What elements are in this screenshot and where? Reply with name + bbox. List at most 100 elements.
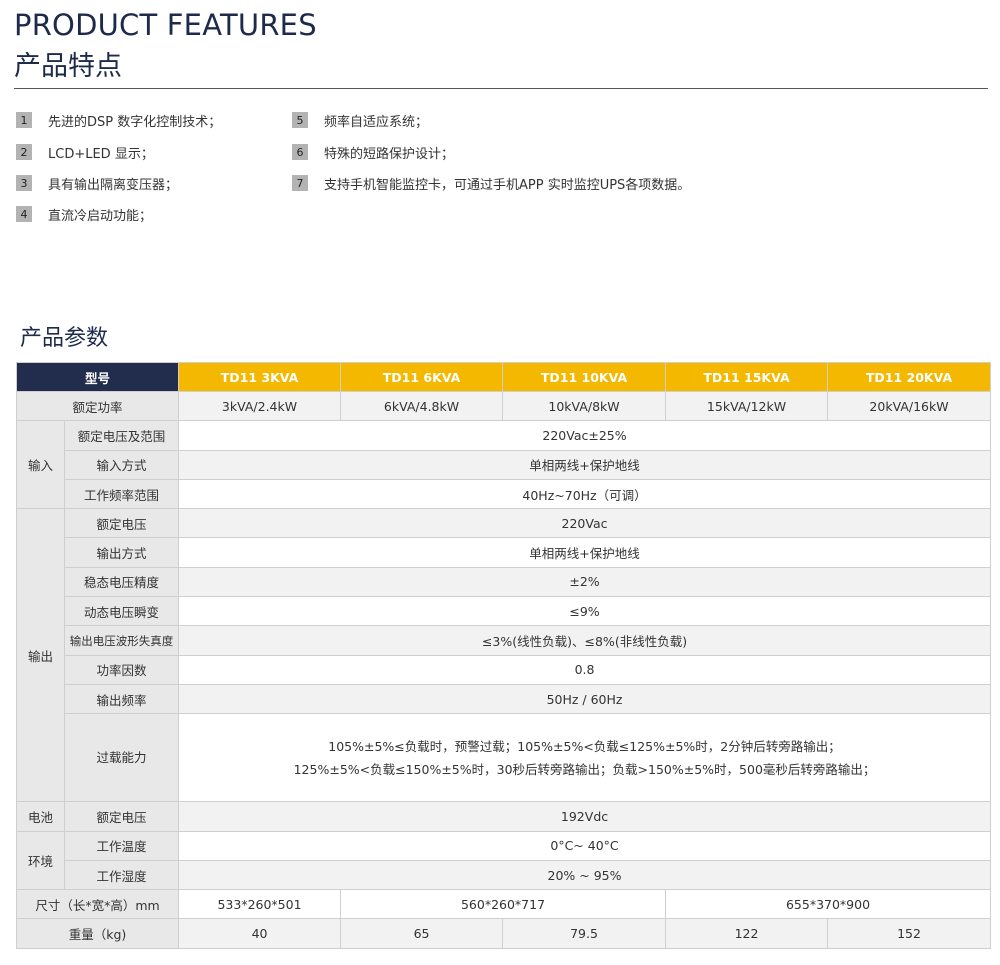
table-cell: 40Hz~70Hz（可调） <box>178 478 992 510</box>
table-row: 重量（kg) 40 65 79.5 122 152 <box>15 918 992 949</box>
feature-number-badge: 4 <box>16 206 32 222</box>
table-row: 过载能力 105%±5%≤负载时，预警过载；105%±5%<负载≤125%±5%… <box>17 713 992 803</box>
header-divider <box>14 88 988 89</box>
overload-line: 105%±5%≤负载时，预警过载；105%±5%<负载≤125%±5%时，2分钟… <box>328 738 841 754</box>
row-label: 过载能力 <box>63 713 180 803</box>
row-label: 重量（kg) <box>15 918 180 949</box>
row-label: 额定电压 <box>63 801 180 832</box>
model-name-cell: TD11 20KVA <box>827 362 992 392</box>
model-name-cell: TD11 10KVA <box>502 362 667 392</box>
feature-number-badge: 5 <box>292 112 308 128</box>
feature-item: 7 支持手机智能监控卡，可通过手机APP 实时监控UPS各项数据。 <box>292 173 690 193</box>
table-row: 环境 工作温度 0°C~ 40°C <box>16 830 992 891</box>
table-row: 工作湿度 20% ~ 95% <box>17 859 992 891</box>
table-cell: 105%±5%≤负载时，预警过载；105%±5%<负载≤125%±5%时，2分钟… <box>178 713 992 803</box>
feature-item: 6 特殊的短路保护设计； <box>292 142 454 162</box>
table-cell: 20kVA/16kW <box>827 390 992 422</box>
feature-item: 1 先进的DSP 数字化控制技术； <box>16 110 221 130</box>
table-row: 动态电压瞬变 ≤9% <box>17 596 992 627</box>
feature-text: 支持手机智能监控卡，可通过手机APP 实时监控UPS各项数据。 <box>324 177 691 193</box>
feature-number-badge: 1 <box>16 112 32 128</box>
feature-text: 具有输出隔离变压器； <box>48 177 179 193</box>
table-row: 输出方式 单相两线+保护地线 <box>17 537 992 568</box>
feature-text: 特殊的短路保护设计； <box>324 146 455 162</box>
feature-text: 频率自适应系统； <box>324 114 429 130</box>
table-row: 输入 额定电压及范围 220Vac±25% <box>16 420 992 510</box>
category-cell-input: 输入 <box>16 420 65 510</box>
table-row: 电池 额定电压 192Vdc <box>16 801 992 832</box>
row-label: 额定功率 <box>15 390 180 422</box>
table-header-row: 型号 TD11 3KVA TD11 6KVA TD11 10KVA TD11 1… <box>15 362 992 392</box>
row-label: 输出频率 <box>63 683 180 715</box>
row-label: 尺寸（长*宽*高）mm <box>15 889 180 920</box>
category-cell-battery: 电池 <box>16 801 65 832</box>
feature-number-badge: 3 <box>16 175 32 191</box>
row-label: 额定电压 <box>63 508 180 539</box>
category-cell-environment: 环境 <box>16 830 65 891</box>
row-label: 输出方式 <box>63 537 180 568</box>
table-cell: 122 <box>665 918 829 949</box>
row-label: 额定电压及范围 <box>63 420 180 451</box>
table-cell: 655*370*900 <box>665 889 992 920</box>
table-cell: 单相两线+保护地线 <box>178 537 992 568</box>
table-row: 稳态电压精度 ±2% <box>17 566 992 598</box>
table-cell: 3kVA/2.4kW <box>178 390 342 422</box>
table-cell: 533*260*501 <box>178 889 342 920</box>
table-row: 额定功率 3kVA/2.4kW 6kVA/4.8kW 10kVA/8kW 15k… <box>15 390 992 422</box>
feature-text: 先进的DSP 数字化控制技术； <box>48 114 222 130</box>
page-title-en: PRODUCT FEATURES <box>14 8 317 42</box>
table-cell: 15kVA/12kW <box>665 390 829 422</box>
table-row: 输入方式 单相两线+保护地线 <box>17 449 992 480</box>
overload-line: 125%±5%<负载≤150%±5%时，30秒后转旁路输出；负载>150%±5%… <box>293 761 876 777</box>
table-cell: 40 <box>178 918 342 949</box>
table-cell: 单相两线+保护地线 <box>178 449 992 480</box>
feature-item: 3 具有输出隔离变压器； <box>16 173 178 193</box>
feature-text: 直流冷启动功能； <box>48 208 153 224</box>
table-row: 输出 额定电压 220Vac <box>16 508 992 803</box>
row-label: 工作温度 <box>63 830 180 861</box>
feature-text: LCD+LED 显示； <box>48 146 154 162</box>
feature-number-badge: 2 <box>16 144 32 160</box>
spec-section-title: 产品参数 <box>20 326 109 351</box>
table-cell: 0°C~ 40°C <box>178 830 992 861</box>
table-row: 输出频率 50Hz / 60Hz <box>17 683 992 715</box>
table-cell: 220Vac±25% <box>178 420 992 451</box>
row-label: 功率因数 <box>63 654 180 685</box>
model-name-cell: TD11 6KVA <box>340 362 504 392</box>
table-row: 功率因数 0.8 <box>17 654 992 685</box>
row-label: 动态电压瞬变 <box>63 596 180 627</box>
table-cell: 0.8 <box>178 654 992 685</box>
table-cell: ±2% <box>178 566 992 598</box>
table-cell: 79.5 <box>502 918 667 949</box>
table-row: 尺寸（长*宽*高）mm 533*260*501 560*260*717 655*… <box>15 889 992 920</box>
row-label: 稳态电压精度 <box>63 566 180 598</box>
table-cell: 20% ~ 95% <box>178 859 992 891</box>
feature-item: 2 LCD+LED 显示； <box>16 142 154 162</box>
feature-number-badge: 7 <box>292 175 308 191</box>
table-cell: 192Vdc <box>178 801 992 832</box>
model-name-cell: TD11 15KVA <box>665 362 829 392</box>
table-cell: 10kVA/8kW <box>502 390 667 422</box>
feature-item: 5 频率自适应系统； <box>292 110 428 130</box>
table-cell: 50Hz / 60Hz <box>178 683 992 715</box>
table-cell: 560*260*717 <box>340 889 667 920</box>
row-label: 输出电压波形失真度 <box>63 625 180 656</box>
table-row: 输出电压波形失真度 ≤3%(线性负载)、≤8%(非线性负载) <box>17 625 992 656</box>
table-cell: ≤9% <box>178 596 992 627</box>
row-label: 工作频率范围 <box>63 478 180 510</box>
table-cell: 152 <box>827 918 992 949</box>
table-row: 工作频率范围 40Hz~70Hz（可调） <box>17 478 992 510</box>
table-cell: ≤3%(线性负载)、≤8%(非线性负载) <box>178 625 992 656</box>
feature-item: 4 直流冷启动功能； <box>16 204 152 224</box>
model-name-cell: TD11 3KVA <box>178 362 342 392</box>
feature-number-badge: 6 <box>292 144 308 160</box>
table-cell: 220Vac <box>178 508 992 539</box>
table-cell: 65 <box>340 918 504 949</box>
spec-table: 型号 TD11 3KVA TD11 6KVA TD11 10KVA TD11 1… <box>15 362 992 949</box>
category-cell-output: 输出 <box>16 508 65 803</box>
model-header-cell: 型号 <box>15 362 180 392</box>
table-cell: 6kVA/4.8kW <box>340 390 504 422</box>
row-label: 输入方式 <box>63 449 180 480</box>
row-label: 工作湿度 <box>63 859 180 891</box>
page-title-cn: 产品特点 <box>14 51 122 82</box>
